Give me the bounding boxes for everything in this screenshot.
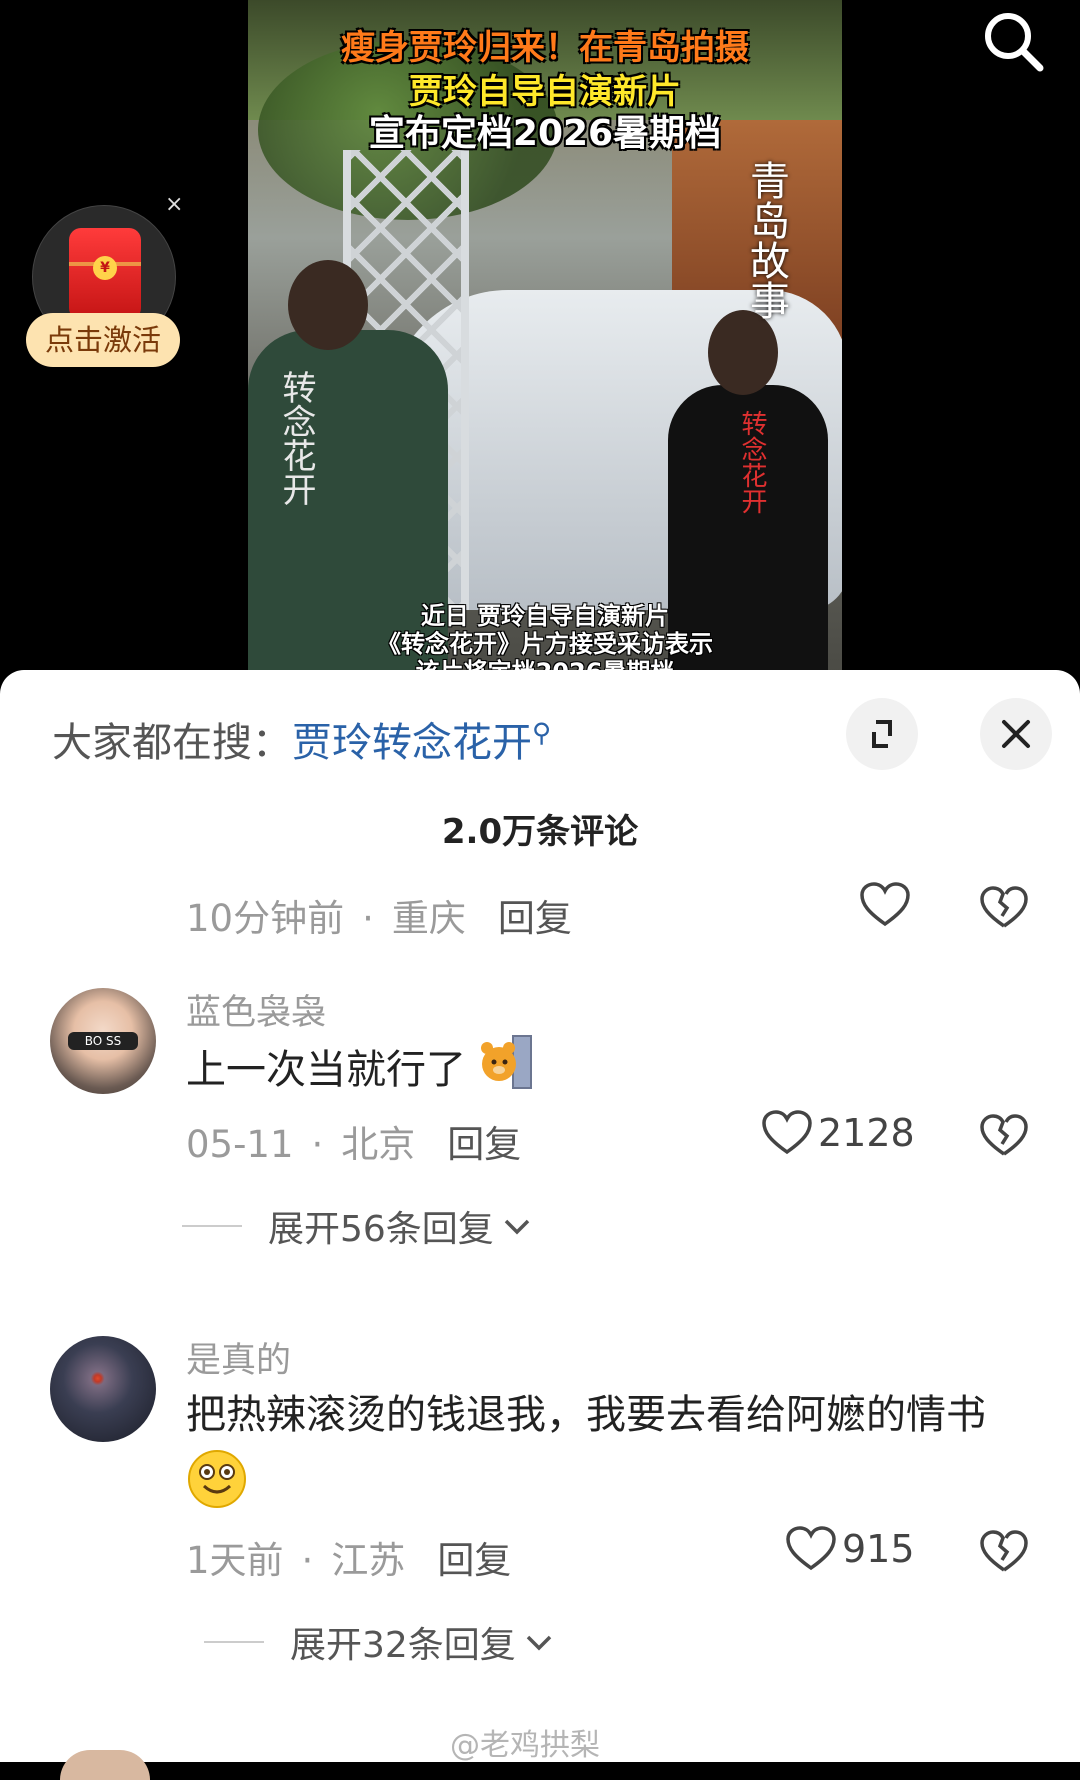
comment-body: 上一次当就行了 bbox=[186, 1047, 466, 1093]
avatar[interactable]: BO SS bbox=[50, 988, 156, 1094]
meta-separator: · bbox=[311, 1123, 324, 1166]
video-caption-line-1: 瘦身贾玲归来！在青岛拍摄 bbox=[341, 28, 749, 68]
channel-logo: 青岛故事 bbox=[743, 160, 789, 320]
bear-peek-emoji-icon bbox=[479, 1034, 535, 1110]
red-envelope-icon: ¥ bbox=[69, 228, 141, 320]
divider-line bbox=[182, 1225, 242, 1227]
comment-text: 上一次当就行了 bbox=[186, 1034, 1046, 1110]
expand-replies-button[interactable]: 展开56条回复 bbox=[182, 1200, 534, 1252]
video-frame: 转念花开 转念花开 青岛故事 瘦身贾玲归来！在青岛拍摄 贾玲自导自演新片 宣布定… bbox=[248, 0, 842, 680]
like-count: 2128 bbox=[818, 1111, 915, 1155]
meta-separator: · bbox=[301, 1539, 314, 1582]
dislike-button[interactable] bbox=[980, 1530, 1028, 1578]
comments-sheet: 大家都在搜：贾玲转念花开⚲ 2.0万条评论 10分钟前 · 重庆 回复 BO SS 蓝… bbox=[0, 670, 1080, 1762]
expand-replies-label: 展开32条回复 bbox=[290, 1625, 516, 1666]
meta-separator: · bbox=[362, 897, 374, 940]
comment-username[interactable]: 蓝色袅袅 bbox=[186, 984, 326, 1035]
hot-search-keyword[interactable]: 贾玲转念花开 bbox=[292, 720, 532, 766]
chevron-down-icon bbox=[526, 1635, 552, 1651]
broken-heart-icon bbox=[980, 1530, 1028, 1572]
reply-button[interactable]: 回复 bbox=[437, 1539, 511, 1582]
expand-button[interactable] bbox=[846, 698, 918, 770]
comment-meta: 10分钟前 · 重庆 回复 bbox=[186, 888, 572, 942]
close-icon bbox=[1002, 720, 1030, 748]
like-count: 915 bbox=[842, 1527, 915, 1571]
avatar[interactable] bbox=[50, 1336, 156, 1442]
heart-icon bbox=[762, 1110, 812, 1155]
comment-location: 重庆 bbox=[391, 897, 466, 940]
video-caption-line-3: 宣布定档2026暑期档 bbox=[368, 113, 722, 154]
comment-location: 江苏 bbox=[331, 1539, 406, 1582]
comment-time: 10分钟前 bbox=[186, 897, 345, 940]
like-button[interactable]: 2128 bbox=[762, 1110, 915, 1156]
comment-body: 把热辣滚烫的钱退我，我要去看给阿嬷的情书 bbox=[186, 1392, 986, 1438]
comment-text: 把热辣滚烫的钱退我，我要去看给阿嬷的情书 bbox=[186, 1382, 1046, 1530]
hot-search-bar[interactable]: 大家都在搜：贾玲转念花开⚲ bbox=[52, 710, 551, 768]
avatar[interactable] bbox=[60, 1750, 150, 1780]
like-button[interactable] bbox=[860, 882, 916, 928]
dislike-button[interactable] bbox=[980, 886, 1028, 934]
comment-location: 北京 bbox=[341, 1123, 416, 1166]
comment-time: 05-11 bbox=[186, 1123, 294, 1166]
smile-emoji-icon bbox=[186, 1448, 248, 1530]
close-button[interactable] bbox=[980, 698, 1052, 770]
expand-replies-button[interactable]: 展开32条回复 bbox=[204, 1616, 556, 1668]
reply-button[interactable]: 回复 bbox=[498, 897, 572, 940]
like-button[interactable]: 915 bbox=[786, 1526, 915, 1572]
avatar-glasses-text: BO SS bbox=[68, 1032, 138, 1050]
search-icon bbox=[985, 13, 1044, 72]
red-packet-widget[interactable]: ¥ 点击激活 bbox=[26, 205, 180, 375]
comment-username[interactable]: 是真的 bbox=[186, 1332, 291, 1383]
hot-search-prefix: 大家都在搜： bbox=[52, 720, 292, 766]
expand-replies-label: 展开56条回复 bbox=[268, 1209, 494, 1250]
shirt-print: 转念花开 bbox=[737, 410, 767, 514]
person-head bbox=[288, 260, 368, 350]
video-player[interactable]: 转念花开 转念花开 青岛故事 瘦身贾玲归来！在青岛拍摄 贾玲自导自演新片 宣布定… bbox=[0, 0, 1080, 680]
red-packet-close-icon[interactable]: × bbox=[165, 192, 183, 217]
comment-count: 2.0万条评论 bbox=[441, 812, 639, 852]
small-search-icon: ⚲ bbox=[532, 718, 552, 749]
comment-time: 1天前 bbox=[186, 1539, 284, 1582]
chevron-down-icon bbox=[504, 1219, 530, 1235]
divider-line bbox=[204, 1641, 264, 1643]
heart-icon bbox=[860, 882, 910, 927]
shirt-print: 转念花开 bbox=[276, 370, 316, 506]
envelope-seal: ¥ bbox=[93, 256, 117, 280]
comment-meta: 05-11 · 北京 回复 bbox=[186, 1114, 521, 1168]
activate-button[interactable]: 点击激活 bbox=[26, 313, 180, 367]
dislike-button[interactable] bbox=[980, 1114, 1028, 1162]
comment-meta: 1天前 · 江苏 回复 bbox=[186, 1530, 511, 1584]
heart-icon bbox=[786, 1526, 836, 1571]
expand-icon bbox=[872, 720, 892, 748]
person-head bbox=[708, 310, 778, 395]
broken-heart-icon bbox=[980, 886, 1028, 928]
search-button[interactable] bbox=[978, 6, 1048, 76]
watermark: @老鸡拱梨 bbox=[450, 1728, 600, 1763]
broken-heart-icon bbox=[980, 1114, 1028, 1156]
reply-button[interactable]: 回复 bbox=[447, 1123, 521, 1166]
